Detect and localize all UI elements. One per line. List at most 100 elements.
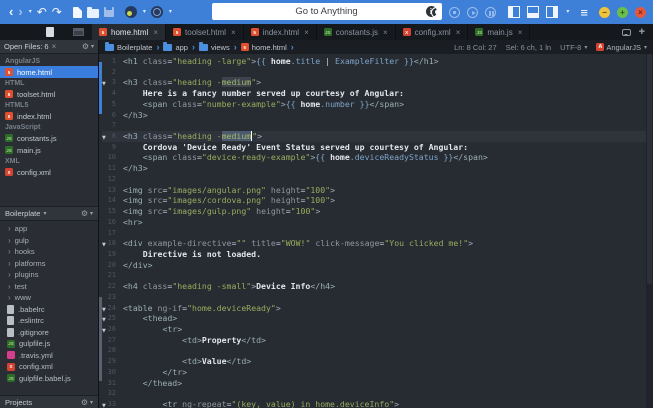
code-line[interactable]: 14<img src="images/cordova.png" height="… [102, 195, 646, 206]
code-line[interactable]: 27 <td>Property</td> [102, 335, 646, 346]
open-folder-icon[interactable] [87, 7, 99, 18]
vertical-scrollbar[interactable] [646, 54, 653, 408]
stop-icon[interactable] [449, 7, 460, 18]
open-file-main.js[interactable]: JSmain.js [0, 144, 98, 156]
open-file-home.html[interactable]: 5home.html [0, 66, 98, 78]
tree-folder-gulp[interactable]: ›gulp [0, 235, 98, 247]
save-icon[interactable] [104, 7, 114, 17]
tree-folder-www[interactable]: ›www [0, 292, 98, 304]
new-file-icon[interactable] [73, 7, 82, 18]
code-editor[interactable]: 1<h1 class="heading -large">{{ home.titl… [99, 54, 653, 408]
cursor-position[interactable]: Ln: 8 Col: 27 [454, 43, 497, 52]
tree-folder-app[interactable]: ›app [0, 223, 98, 235]
code-line[interactable]: 19 Directive is not loaded. [102, 249, 646, 260]
code-line[interactable]: 21 [102, 270, 646, 281]
redo-icon[interactable]: ↷ [52, 0, 62, 24]
pane-left-icon[interactable] [508, 6, 520, 18]
breadcrumb-item[interactable]: Boilerplate [105, 43, 152, 52]
menu-icon[interactable]: ≡ [580, 5, 588, 20]
code-line[interactable]: 31 </thead> [102, 378, 646, 389]
code-line[interactable]: 13<img src="images/angular.png" height="… [102, 185, 646, 196]
code-line[interactable]: 6</h3> [102, 110, 646, 121]
code-line[interactable]: 1<h1 class="heading -large">{{ home.titl… [102, 56, 646, 67]
code-line[interactable]: ▼18<div example-directive="" title="WOW!… [102, 238, 646, 249]
code-line[interactable]: 29 <td>Value</td> [102, 356, 646, 367]
tree-file-config.xml[interactable]: Xconfig.xml [0, 361, 98, 373]
tree-folder-plugins[interactable]: ›plugins [0, 269, 98, 281]
code-line[interactable]: 30 </tr> [102, 367, 646, 378]
open-file-config.xml[interactable]: Xconfig.xml [0, 166, 98, 178]
preview-icon[interactable] [125, 6, 137, 18]
projects-footer[interactable]: Projects ⚙▾ [0, 395, 98, 408]
tree-file-gulpfile.babel.js[interactable]: JSgulpfile.babel.js [0, 373, 98, 385]
code-line[interactable]: 7 [102, 120, 646, 131]
tree-file-.babelrc[interactable]: .babelrc [0, 304, 98, 316]
places-gear[interactable]: ⚙▾ [81, 209, 93, 218]
tree-folder-hooks[interactable]: ›hooks [0, 246, 98, 258]
tree-file-gulpfile.js[interactable]: JSgulpfile.js [0, 338, 98, 350]
code-line[interactable]: 22<h4 class="heading -small">Device Info… [102, 281, 646, 292]
files-panel-tab[interactable] [36, 24, 64, 40]
close-icon[interactable]: × [635, 7, 646, 18]
fold-arrow-icon[interactable]: ▼ [102, 401, 106, 408]
code-line[interactable]: ▼3<h3 class="heading -medium"> [102, 77, 646, 88]
breadcrumb-item[interactable]: views [199, 43, 230, 52]
code-line[interactable]: 4 Here is a fancy number served up court… [102, 88, 646, 99]
toolbox-panel-tab[interactable] [64, 24, 92, 40]
places-header[interactable]: Boilerplate ▾ ⚙▾ [0, 206, 98, 221]
undo-icon[interactable]: ↶ [37, 0, 47, 24]
breadcrumb-item[interactable]: 5home.html [241, 43, 287, 52]
tree-folder-platforms[interactable]: ›platforms [0, 258, 98, 270]
open-file-index.html[interactable]: 5index.html [0, 110, 98, 122]
browser-icon[interactable] [151, 6, 163, 18]
encoding-select[interactable]: UTF-8 ▾ [560, 43, 587, 52]
code-line[interactable]: ▼33 <tr ng-repeat="(key, value) in home.… [102, 399, 646, 408]
tab-close-icon[interactable]: × [304, 28, 309, 37]
code-line[interactable]: 17 [102, 228, 646, 239]
code-line[interactable]: 10 <span class="device-ready-example">{{… [102, 152, 646, 163]
open-file-constants.js[interactable]: JSconstants.js [0, 132, 98, 144]
open-files-header[interactable]: Open Files: 6 × ⚙▾ [0, 40, 99, 54]
code-line[interactable]: 32 [102, 388, 646, 399]
go-to-anything-input[interactable]: Go to Anything i [212, 3, 442, 20]
pause-icon[interactable] [485, 7, 496, 18]
code-line[interactable]: ▼25 <thead> [102, 313, 646, 324]
projects-gear[interactable]: ⚙▾ [81, 398, 93, 407]
new-tab-icon[interactable]: + [639, 25, 645, 39]
tab-index.html[interactable]: 5index.html× [244, 24, 317, 40]
back-icon[interactable]: ‹ [9, 0, 13, 24]
code-line[interactable]: 11</h3> [102, 163, 646, 174]
maximize-icon[interactable]: + [617, 7, 628, 18]
code-line[interactable]: ▼24<table ng-if="home.deviceReady"> [102, 303, 646, 314]
comment-icon[interactable] [622, 29, 631, 36]
code-line[interactable]: ▼26 <tr> [102, 324, 646, 335]
preview-chevron-down-icon[interactable]: ▾ [143, 0, 146, 24]
code-line[interactable]: ▼8<h3 class="heading -medium"> [102, 131, 646, 142]
tab-close-icon[interactable]: × [153, 28, 158, 37]
tab-toolset.html[interactable]: 5toolset.html× [166, 24, 244, 40]
tree-folder-test[interactable]: ›test [0, 281, 98, 293]
tab-constants.js[interactable]: JSconstants.js× [317, 24, 396, 40]
tree-file-.travis.yml[interactable]: .travis.yml [0, 350, 98, 362]
code-line[interactable]: 20</div> [102, 260, 646, 271]
pane-right-icon[interactable] [546, 6, 558, 18]
forward-icon[interactable]: › [18, 0, 22, 24]
code-line[interactable]: 2 [102, 67, 646, 78]
pane-bottom-icon[interactable] [527, 6, 539, 18]
pane-chevron-down-icon[interactable]: ▾ [566, 0, 569, 24]
code-line[interactable]: 16<hr> [102, 217, 646, 228]
tree-file-.gitignore[interactable]: .gitignore [0, 327, 98, 339]
tree-file-.eslintrc[interactable]: .eslintrc [0, 315, 98, 327]
open-files-close-icon[interactable]: × [52, 42, 57, 51]
code-line[interactable]: 9 Cordova 'Device Ready' Event Status se… [102, 142, 646, 153]
code-line[interactable]: 12 [102, 174, 646, 185]
scrollbar-thumb[interactable] [647, 54, 652, 284]
record-icon[interactable] [431, 7, 442, 18]
code-line[interactable]: 15<img src="images/gulp.png" height="100… [102, 206, 646, 217]
tab-main.js[interactable]: JSmain.js× [468, 24, 530, 40]
language-select[interactable]: A AngularJS ▾ [596, 43, 647, 52]
minimize-icon[interactable]: − [599, 7, 610, 18]
open-file-toolset.html[interactable]: 5toolset.html [0, 88, 98, 100]
tab-close-icon[interactable]: × [518, 28, 523, 37]
tab-config.xml[interactable]: Xconfig.xml× [396, 24, 469, 40]
